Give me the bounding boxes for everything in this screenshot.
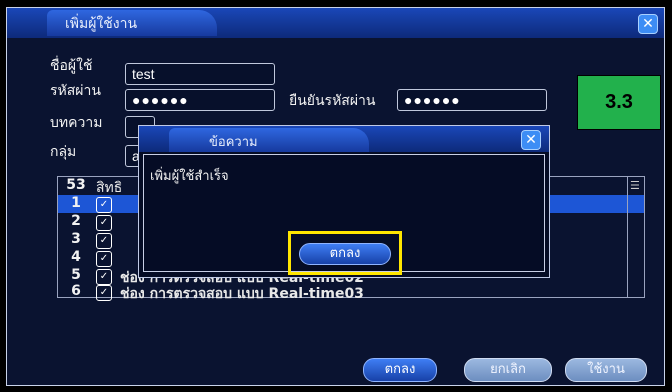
username-field[interactable]: test xyxy=(125,63,275,85)
check-icon[interactable]: ✓ xyxy=(96,197,112,213)
dialog-message: เพิ่มผู้ใช้สำเร็จ xyxy=(150,169,229,184)
row-number: 5 xyxy=(71,267,81,283)
confirm-password-label: ยืนยันรหัสผ่าน xyxy=(289,93,376,109)
dialog-title: ข้อความ xyxy=(209,135,258,150)
check-icon[interactable]: ✓ xyxy=(96,285,112,301)
row-number: 6 xyxy=(71,283,81,299)
cancel-button[interactable]: ยกเลิก xyxy=(464,358,552,382)
list-scrollbar[interactable]: ☰ xyxy=(627,177,644,297)
group-label: กลุ่ม xyxy=(50,144,77,160)
check-icon[interactable]: ✓ xyxy=(96,251,112,267)
list-menu-icon[interactable]: ☰ xyxy=(630,179,640,192)
row-number: 4 xyxy=(71,249,81,265)
password-field[interactable]: ●●●●●● xyxy=(125,89,275,111)
step-badge: 3.3 xyxy=(577,75,661,130)
row-number: 1 xyxy=(71,195,81,211)
close-icon[interactable]: ✕ xyxy=(638,14,658,34)
ok-button[interactable]: ตกลง xyxy=(363,358,437,382)
row-text: ช่อง การตรวจสอบ แบบ Real-time03 xyxy=(120,286,364,302)
note-label: บทความ xyxy=(50,115,103,131)
check-icon[interactable]: ✓ xyxy=(96,215,112,231)
apply-button[interactable]: ใช้งาน xyxy=(565,358,647,382)
rights-count: 53 xyxy=(66,177,86,193)
window-titlebar: เพิ่มผู้ใช้งาน ✕ xyxy=(7,8,664,38)
confirm-password-field[interactable]: ●●●●●● xyxy=(397,89,547,111)
window-title: เพิ่มผู้ใช้งาน xyxy=(65,16,138,32)
dialog-titlebar: ข้อความ ✕ xyxy=(139,126,549,152)
check-icon[interactable]: ✓ xyxy=(96,233,112,249)
dialog-title-tab xyxy=(169,128,369,152)
row-number: 3 xyxy=(71,231,81,247)
username-label: ชื่อผู้ใช้ xyxy=(50,58,93,74)
row-number: 2 xyxy=(71,213,81,229)
highlight-box xyxy=(288,231,402,275)
password-label: รหัสผ่าน xyxy=(50,83,101,99)
dialog-close-icon[interactable]: ✕ xyxy=(521,130,541,150)
table-row[interactable]: 6 ✓ ช่อง การตรวจสอบ แบบ Real-time03 xyxy=(58,283,644,302)
